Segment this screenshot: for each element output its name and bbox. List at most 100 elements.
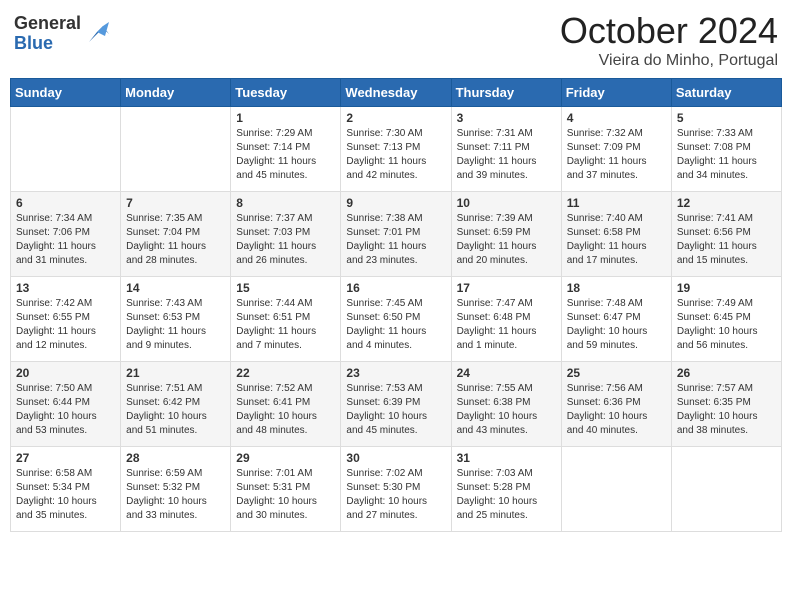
day-of-week-header: Wednesday bbox=[341, 79, 451, 107]
day-info: Sunrise: 7:55 AM Sunset: 6:38 PM Dayligh… bbox=[457, 382, 556, 438]
logo-icon bbox=[83, 20, 111, 48]
day-info: Sunrise: 7:49 AM Sunset: 6:45 PM Dayligh… bbox=[677, 297, 776, 353]
calendar-cell: 15Sunrise: 7:44 AM Sunset: 6:51 PM Dayli… bbox=[231, 277, 341, 362]
calendar-cell bbox=[121, 107, 231, 192]
day-of-week-header: Thursday bbox=[451, 79, 561, 107]
day-of-week-header: Friday bbox=[561, 79, 671, 107]
calendar-cell bbox=[11, 107, 121, 192]
calendar-table: SundayMondayTuesdayWednesdayThursdayFrid… bbox=[10, 78, 782, 532]
day-of-week-header: Saturday bbox=[671, 79, 781, 107]
day-info: Sunrise: 7:34 AM Sunset: 7:06 PM Dayligh… bbox=[16, 212, 115, 268]
day-info: Sunrise: 7:01 AM Sunset: 5:31 PM Dayligh… bbox=[236, 467, 335, 523]
day-info: Sunrise: 6:58 AM Sunset: 5:34 PM Dayligh… bbox=[16, 467, 115, 523]
day-number: 16 bbox=[346, 281, 445, 295]
month-title: October 2024 bbox=[560, 10, 778, 52]
calendar-cell: 20 Sunrise: 7:50 AM Sunset: 6:44 PM Dayli… bbox=[11, 362, 121, 447]
day-number: 8 bbox=[236, 196, 335, 210]
day-info: Sunrise: 7:56 AM Sunset: 6:36 PM Dayligh… bbox=[567, 382, 666, 438]
day-number: 18 bbox=[567, 281, 666, 295]
calendar-cell: 22 Sunrise: 7:52 AM Sunset: 6:41 PM Dayli… bbox=[231, 362, 341, 447]
calendar-header-row: SundayMondayTuesdayWednesdayThursdayFrid… bbox=[11, 79, 782, 107]
day-number: 3 bbox=[457, 111, 556, 125]
calendar-cell: 7 Sunrise: 7:35 AM Sunset: 7:04 PM Daylig… bbox=[121, 192, 231, 277]
day-info: Sunrise: 7:47 AM Sunset: 6:48 PM Dayligh… bbox=[457, 297, 556, 353]
calendar-cell: 11Sunrise: 7:40 AM Sunset: 6:58 PM Dayli… bbox=[561, 192, 671, 277]
day-number: 29 bbox=[236, 451, 335, 465]
day-number: 17 bbox=[457, 281, 556, 295]
calendar-cell bbox=[561, 447, 671, 532]
day-number: 24 bbox=[457, 366, 556, 380]
day-number: 20 bbox=[16, 366, 115, 380]
day-info: Sunrise: 7:37 AM Sunset: 7:03 PM Dayligh… bbox=[236, 212, 335, 268]
title-block: October 2024 Vieira do Minho, Portugal bbox=[560, 10, 778, 70]
day-info: Sunrise: 6:59 AM Sunset: 5:32 PM Dayligh… bbox=[126, 467, 225, 523]
day-number: 26 bbox=[677, 366, 776, 380]
day-info: Sunrise: 7:57 AM Sunset: 6:35 PM Dayligh… bbox=[677, 382, 776, 438]
page-header: General Blue October 2024 Vieira do Minh… bbox=[10, 10, 782, 70]
day-info: Sunrise: 7:32 AM Sunset: 7:09 PM Dayligh… bbox=[567, 127, 666, 183]
calendar-cell: 21Sunrise: 7:51 AM Sunset: 6:42 PM Dayli… bbox=[121, 362, 231, 447]
calendar-cell: 28Sunrise: 6:59 AM Sunset: 5:32 PM Dayli… bbox=[121, 447, 231, 532]
day-number: 5 bbox=[677, 111, 776, 125]
day-number: 22 bbox=[236, 366, 335, 380]
calendar-cell: 16 Sunrise: 7:45 AM Sunset: 6:50 PM Dayli… bbox=[341, 277, 451, 362]
day-info: Sunrise: 7:29 AM Sunset: 7:14 PM Dayligh… bbox=[236, 127, 335, 183]
day-of-week-header: Monday bbox=[121, 79, 231, 107]
day-number: 15 bbox=[236, 281, 335, 295]
calendar-week-row: 27 Sunrise: 6:58 AM Sunset: 5:34 PM Dayli… bbox=[11, 447, 782, 532]
day-info: Sunrise: 7:52 AM Sunset: 6:41 PM Dayligh… bbox=[236, 382, 335, 438]
day-of-week-header: Sunday bbox=[11, 79, 121, 107]
calendar-cell: 27 Sunrise: 6:58 AM Sunset: 5:34 PM Dayli… bbox=[11, 447, 121, 532]
calendar-cell: 17 Sunrise: 7:47 AM Sunset: 6:48 PM Dayli… bbox=[451, 277, 561, 362]
day-info: Sunrise: 7:50 AM Sunset: 6:44 PM Dayligh… bbox=[16, 382, 115, 438]
day-info: Sunrise: 7:40 AM Sunset: 6:58 PM Dayligh… bbox=[567, 212, 666, 268]
calendar-cell: 6 Sunrise: 7:34 AM Sunset: 7:06 PM Daylig… bbox=[11, 192, 121, 277]
calendar-week-row: 20 Sunrise: 7:50 AM Sunset: 6:44 PM Dayli… bbox=[11, 362, 782, 447]
day-number: 25 bbox=[567, 366, 666, 380]
day-number: 2 bbox=[346, 111, 445, 125]
day-info: Sunrise: 7:35 AM Sunset: 7:04 PM Dayligh… bbox=[126, 212, 225, 268]
day-number: 7 bbox=[126, 196, 225, 210]
day-info: Sunrise: 7:41 AM Sunset: 6:56 PM Dayligh… bbox=[677, 212, 776, 268]
day-info: Sunrise: 7:45 AM Sunset: 6:50 PM Dayligh… bbox=[346, 297, 445, 353]
calendar-cell: 19Sunrise: 7:49 AM Sunset: 6:45 PM Dayli… bbox=[671, 277, 781, 362]
day-number: 23 bbox=[346, 366, 445, 380]
logo-blue-text: Blue bbox=[14, 34, 81, 54]
day-number: 21 bbox=[126, 366, 225, 380]
day-info: Sunrise: 7:43 AM Sunset: 6:53 PM Dayligh… bbox=[126, 297, 225, 353]
day-info: Sunrise: 7:02 AM Sunset: 5:30 PM Dayligh… bbox=[346, 467, 445, 523]
calendar-cell: 5Sunrise: 7:33 AM Sunset: 7:08 PM Daylig… bbox=[671, 107, 781, 192]
calendar-cell: 25 Sunrise: 7:56 AM Sunset: 6:36 PM Dayli… bbox=[561, 362, 671, 447]
day-number: 14 bbox=[126, 281, 225, 295]
calendar-cell: 29 Sunrise: 7:01 AM Sunset: 5:31 PM Dayli… bbox=[231, 447, 341, 532]
day-info: Sunrise: 7:39 AM Sunset: 6:59 PM Dayligh… bbox=[457, 212, 556, 268]
calendar-cell bbox=[671, 447, 781, 532]
calendar-cell: 2Sunrise: 7:30 AM Sunset: 7:13 PM Daylig… bbox=[341, 107, 451, 192]
logo: General Blue bbox=[14, 14, 111, 54]
calendar-week-row: 6 Sunrise: 7:34 AM Sunset: 7:06 PM Daylig… bbox=[11, 192, 782, 277]
day-number: 27 bbox=[16, 451, 115, 465]
day-number: 6 bbox=[16, 196, 115, 210]
calendar-cell: 23 Sunrise: 7:53 AM Sunset: 6:39 PM Dayli… bbox=[341, 362, 451, 447]
calendar-cell: 14 Sunrise: 7:43 AM Sunset: 6:53 PM Dayli… bbox=[121, 277, 231, 362]
day-info: Sunrise: 7:38 AM Sunset: 7:01 PM Dayligh… bbox=[346, 212, 445, 268]
calendar-cell: 26 Sunrise: 7:57 AM Sunset: 6:35 PM Dayli… bbox=[671, 362, 781, 447]
calendar-cell: 9 Sunrise: 7:38 AM Sunset: 7:01 PM Daylig… bbox=[341, 192, 451, 277]
calendar-cell: 30 Sunrise: 7:02 AM Sunset: 5:30 PM Dayli… bbox=[341, 447, 451, 532]
calendar-cell: 18 Sunrise: 7:48 AM Sunset: 6:47 PM Dayli… bbox=[561, 277, 671, 362]
day-number: 1 bbox=[236, 111, 335, 125]
day-info: Sunrise: 7:53 AM Sunset: 6:39 PM Dayligh… bbox=[346, 382, 445, 438]
day-number: 4 bbox=[567, 111, 666, 125]
calendar-cell: 13Sunrise: 7:42 AM Sunset: 6:55 PM Dayli… bbox=[11, 277, 121, 362]
day-info: Sunrise: 7:03 AM Sunset: 5:28 PM Dayligh… bbox=[457, 467, 556, 523]
day-info: Sunrise: 7:48 AM Sunset: 6:47 PM Dayligh… bbox=[567, 297, 666, 353]
calendar-cell: 31Sunrise: 7:03 AM Sunset: 5:28 PM Dayli… bbox=[451, 447, 561, 532]
calendar-week-row: 13Sunrise: 7:42 AM Sunset: 6:55 PM Dayli… bbox=[11, 277, 782, 362]
day-number: 9 bbox=[346, 196, 445, 210]
day-number: 10 bbox=[457, 196, 556, 210]
calendar-cell: 1 Sunrise: 7:29 AM Sunset: 7:14 PM Daylig… bbox=[231, 107, 341, 192]
day-number: 30 bbox=[346, 451, 445, 465]
calendar-cell: 12Sunrise: 7:41 AM Sunset: 6:56 PM Dayli… bbox=[671, 192, 781, 277]
day-info: Sunrise: 7:31 AM Sunset: 7:11 PM Dayligh… bbox=[457, 127, 556, 183]
day-info: Sunrise: 7:42 AM Sunset: 6:55 PM Dayligh… bbox=[16, 297, 115, 353]
